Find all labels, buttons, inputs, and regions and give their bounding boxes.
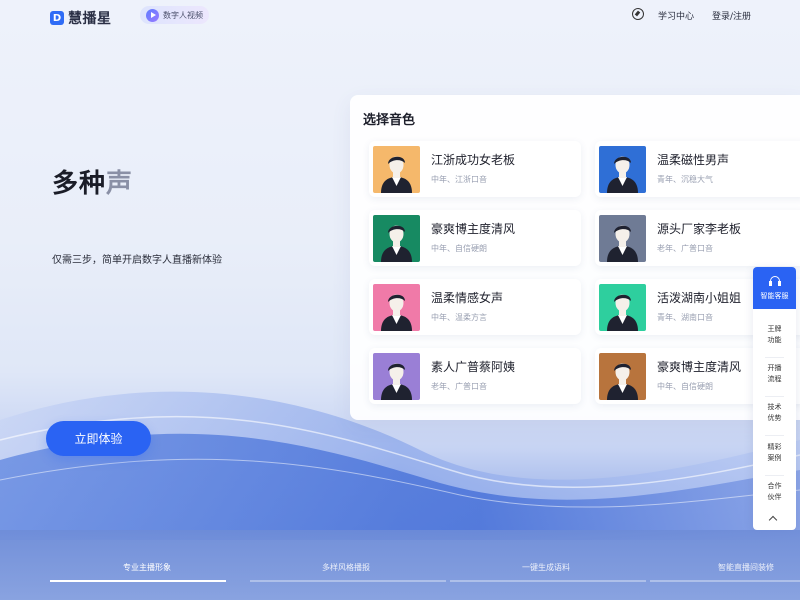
hero-subtitle: 仅需三步，简单开启数字人直播新体验 [52,255,222,266]
hero-title-light: 声 [106,169,134,199]
nav-login-register[interactable]: 登录/注册 [712,9,751,22]
voice-card[interactable]: 江浙成功女老板中年、江浙口音 [369,141,581,197]
compass-icon[interactable] [632,8,644,20]
voice-description: 青年、湖南口音 [657,313,713,322]
tab-indicator-active [50,580,226,582]
voice-description: 青年、沉稳大气 [657,175,713,184]
float-divider [765,396,784,397]
voice-description: 中年、自信硬朗 [431,244,487,253]
tab-broadcast-style[interactable]: 多样风格播报 [322,562,370,573]
voice-name: 源头厂家李老板 [657,222,742,236]
tab-anchor-avatar[interactable]: 专业主播形象 [123,562,171,573]
voice-description: 中年、自信硬朗 [657,382,713,391]
voice-selection-panel: 选择音色 江浙成功女老板 中年、江浙口音 温柔磁性男声 青年、沉稳大气 豪爽博主度清风中… [350,95,800,420]
woman-glasses-icon [373,353,420,400]
voice-name: 素人广普蔡阿姨 [431,360,516,374]
tab-indicator [250,580,446,582]
float-item-process[interactable]: 开播流程 [753,363,796,385]
smart-service-button[interactable]: 智能客服 [753,267,796,309]
tab-indicator [650,580,800,582]
voice-card[interactable]: 豪爽博主度清风中年、自信硬朗 [369,210,581,266]
voice-description: 老年、广普口音 [431,382,487,391]
top-header: D 慧播星 数字人视频 学习中心 登录/注册 [0,0,800,32]
try-now-button[interactable]: 立即体验 [46,421,151,456]
man-tie-icon [373,215,420,262]
floating-side-menu: 智能客服 王牌功能 开播流程 技术优势 精彩案例 合作伙伴 [753,267,796,530]
voice-description: 中年、温柔方言 [431,313,487,322]
voice-description: 老年、广普口音 [657,244,713,253]
feature-tabs: 专业主播形象 多样风格播报 一键生成语料 智能直播间装修 [0,530,800,600]
float-divider [765,475,784,476]
float-divider [765,357,784,358]
woman-bob-icon [373,146,420,193]
voice-card[interactable]: 素人广普蔡阿姨老年、广普口音 [369,348,581,404]
voice-card[interactable]: 温柔情感女声中年、温柔方言 [369,279,581,335]
float-item-advantages[interactable]: 技术优势 [753,402,796,424]
old-man-icon [599,215,646,262]
voice-name: 豪爽博主度清风 [657,360,742,374]
nav-learning-center[interactable]: 学习中心 [658,9,694,22]
logo-text: 慧播星 [68,11,112,27]
play-icon [146,8,159,22]
float-item-partners[interactable]: 合作伙伴 [753,481,796,503]
tab-indicator [450,580,646,582]
panel-title: 选择音色 [363,113,416,128]
voice-name: 豪爽博主度清风 [431,222,516,236]
young-woman-icon [599,284,646,331]
tab-room-decoration[interactable]: 智能直播间装修 [718,562,774,573]
voice-card[interactable]: 温柔磁性男声青年、沉稳大气 [595,141,800,197]
hero-title-dark: 多种 [52,169,107,199]
float-item-features[interactable]: 王牌功能 [753,324,796,346]
logo-mark-icon: D [50,11,64,25]
voice-name: 温柔磁性男声 [657,153,730,167]
man-jacket-icon [599,353,646,400]
voice-name: 温柔情感女声 [431,291,504,305]
headset-icon [768,275,781,288]
tab-generate-script[interactable]: 一键生成语料 [522,562,570,573]
digital-human-video-link[interactable]: 数字人视频 [140,6,209,24]
hero-title: 多种声 [52,163,133,200]
brand-logo[interactable]: D 慧播星 [50,8,112,28]
voice-name: 江浙成功女老板 [431,153,516,167]
voice-description: 中年、江浙口音 [431,175,487,184]
man-suit-icon [599,146,646,193]
voice-card[interactable]: 源头厂家李老板老年、广普口音 [595,210,800,266]
sub-product-label: 数字人视频 [163,10,203,20]
smart-service-label: 智能客服 [760,291,789,300]
voice-name: 活泼湖南小姐姐 [657,291,742,305]
woman-long-hair-icon [373,284,420,331]
float-divider [765,435,784,436]
back-to-top-icon[interactable] [768,515,778,525]
float-item-cases[interactable]: 精彩案例 [753,442,796,464]
